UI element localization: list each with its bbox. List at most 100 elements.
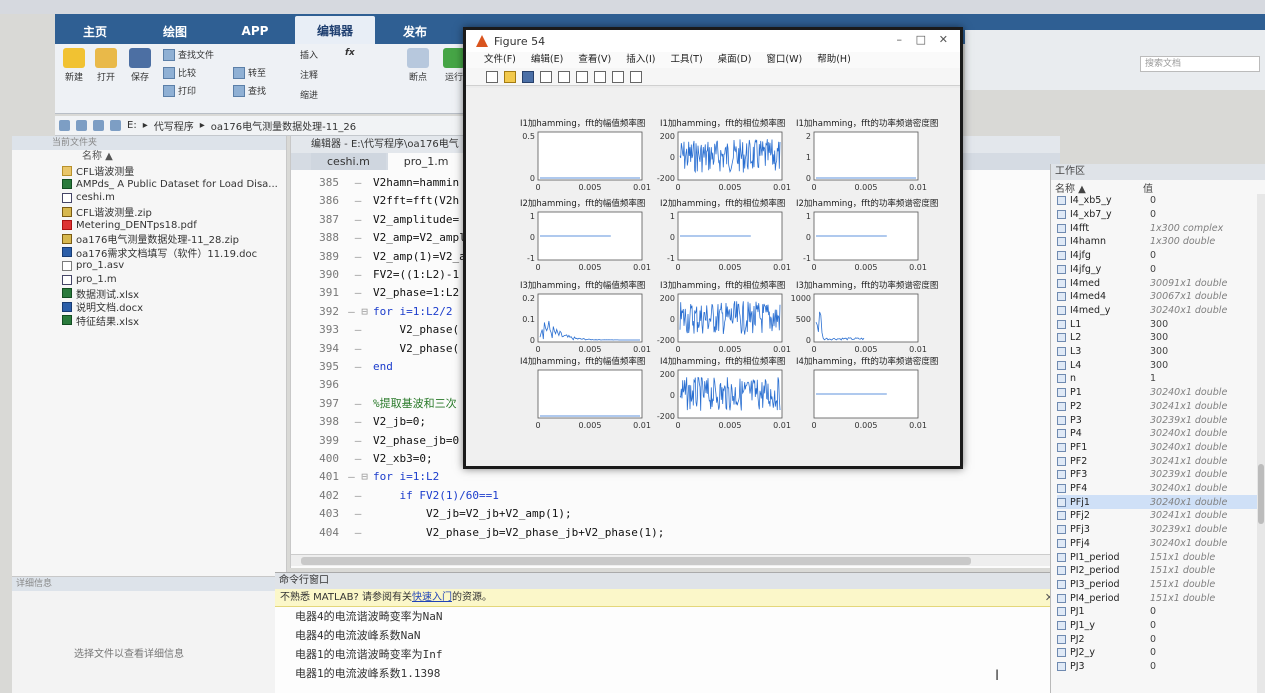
- path-drive[interactable]: E:: [127, 120, 137, 131]
- workspace-variable-row[interactable]: I4fft 1x300 complex: [1057, 221, 1262, 235]
- workspace-variable-row[interactable]: PJ3 0: [1057, 660, 1262, 674]
- close-icon[interactable]: ✕: [939, 33, 948, 46]
- workspace-variable-row[interactable]: n1: [1057, 372, 1262, 386]
- name-column-header[interactable]: 名称 ▲: [82, 150, 286, 164]
- breakpoint-gutter[interactable]: —: [343, 432, 373, 450]
- tab-editor[interactable]: 编辑器: [295, 16, 375, 44]
- workspace-variable-row[interactable]: L1 300: [1057, 317, 1262, 331]
- up-folder-icon[interactable]: [93, 120, 104, 131]
- tab-apps[interactable]: APP: [215, 18, 295, 44]
- run-button[interactable]: 运行: [443, 48, 465, 83]
- breakpoint-gutter[interactable]: —: [343, 524, 373, 542]
- tab-home[interactable]: 主页: [55, 18, 135, 44]
- workspace-variable-row[interactable]: I4med4 30067x1 double: [1057, 290, 1262, 304]
- workspace-variable-row[interactable]: I4hamn 1x300 double: [1057, 235, 1262, 249]
- address-bar[interactable]: E: ▸ 代写程序 ▸ oa176电气测量数据处理-11_26: [55, 116, 465, 136]
- line-number[interactable]: 392: [291, 303, 343, 321]
- file-item[interactable]: 特征结果.xlsx: [62, 314, 286, 327]
- breakpoint-gutter[interactable]: —: [343, 248, 373, 266]
- workspace-variable-row[interactable]: P2 30241x1 double: [1057, 400, 1262, 414]
- figure-window[interactable]: Figure 54 – □ ✕ 文件(F) 编辑(E) 查看(V) 插入(I) 工具(T…: [463, 27, 963, 469]
- workspace-variable-row[interactable]: I4jfg_y 0: [1057, 263, 1262, 277]
- file-item[interactable]: CFL谐波测量.zip: [62, 205, 286, 218]
- new-button[interactable]: 新建: [63, 48, 85, 83]
- figure-canvas[interactable]: I1加hamming，fft的幅值频率图 0.5 0 0 0.005 0.01 I1加ham…: [466, 88, 960, 466]
- file-item[interactable]: 数据测试.xlsx: [62, 286, 286, 300]
- breakpoint-gutter[interactable]: — ⊟: [343, 468, 373, 486]
- breakpoint-gutter[interactable]: — ⊟: [343, 303, 373, 321]
- line-number[interactable]: 388: [291, 229, 343, 247]
- line-number[interactable]: 401: [291, 468, 343, 486]
- line-number[interactable]: 404: [291, 524, 343, 542]
- figure-titlebar[interactable]: Figure 54 – □ ✕: [466, 30, 960, 52]
- line-number[interactable]: 396: [291, 376, 343, 394]
- line-number[interactable]: 394: [291, 340, 343, 358]
- workspace-variable-row[interactable]: PI4_period 151x1 double: [1057, 591, 1262, 605]
- line-number[interactable]: 403: [291, 505, 343, 523]
- print-icon[interactable]: [540, 70, 552, 83]
- breakpoint-gutter[interactable]: —: [343, 174, 373, 192]
- code-line[interactable]: 401— ⊟ for i=1:L2: [291, 468, 1061, 486]
- line-number[interactable]: 402: [291, 487, 343, 505]
- file-item[interactable]: Metering_DENTps18.pdf: [62, 218, 286, 232]
- workspace-variable-row[interactable]: PF3 30239x1 double: [1057, 468, 1262, 482]
- goto-button[interactable]: 转至: [233, 66, 266, 79]
- file-item[interactable]: ceshi.m: [62, 191, 286, 205]
- breakpoint-gutter[interactable]: —: [343, 413, 373, 431]
- file-item[interactable]: CFL谐波测量: [62, 164, 286, 178]
- find-button[interactable]: 查找: [233, 84, 266, 97]
- workspace-variable-row[interactable]: L4 300: [1057, 358, 1262, 372]
- workspace-variable-row[interactable]: I4med 30091x1 double: [1057, 276, 1262, 290]
- breakpoint-gutter[interactable]: —: [343, 192, 373, 210]
- workspace-variable-row[interactable]: PF4 30240x1 double: [1057, 482, 1262, 496]
- workspace-variable-row[interactable]: PF2 30241x1 double: [1057, 454, 1262, 468]
- file-item[interactable]: pro_1.m: [62, 273, 286, 287]
- open-icon[interactable]: [504, 70, 516, 83]
- property-editor-icon[interactable]: [630, 70, 642, 83]
- tab-pro-1[interactable]: pro_1.m: [387, 153, 465, 170]
- code-line[interactable]: 402— if FV2(1)/60==1: [291, 487, 1061, 505]
- workspace-scrollbar[interactable]: [1257, 194, 1265, 693]
- workspace-variable-row[interactable]: L3 300: [1057, 345, 1262, 359]
- figure-menu-item[interactable]: 工具(T): [670, 52, 702, 68]
- workspace-value-header[interactable]: 值: [1143, 180, 1153, 195]
- getting-started-link[interactable]: 快速入门: [412, 592, 452, 603]
- breakpoint-gutter[interactable]: —: [343, 284, 373, 302]
- workspace-variable-row[interactable]: PFj2 30241x1 double: [1057, 509, 1262, 523]
- open-button[interactable]: 打开: [95, 48, 117, 83]
- scrollbar-thumb[interactable]: [301, 557, 971, 565]
- breakpoint-button[interactable]: 断点: [407, 48, 429, 83]
- workspace-variable-row[interactable]: PI1_period 151x1 double: [1057, 550, 1262, 564]
- workspace-variable-row[interactable]: PJ2_y 0: [1057, 646, 1262, 660]
- workspace-variable-row[interactable]: I4jfg 0: [1057, 249, 1262, 263]
- line-number[interactable]: 398: [291, 413, 343, 431]
- figure-menu-item[interactable]: 编辑(E): [531, 52, 563, 68]
- workspace-variable-row[interactable]: P3 30239x1 double: [1057, 413, 1262, 427]
- workspace-variable-row[interactable]: PJ1_y 0: [1057, 619, 1262, 633]
- scrollbar-thumb[interactable]: [1258, 464, 1264, 524]
- tab-ceshi[interactable]: ceshi.m: [311, 153, 386, 170]
- search-documentation-input[interactable]: 搜索文档: [1140, 56, 1260, 72]
- workspace-variable-row[interactable]: PFj1 30240x1 double: [1057, 495, 1262, 510]
- breakpoint-gutter[interactable]: —: [343, 229, 373, 247]
- command-window[interactable]: 命令行窗口 不熟悉 MATLAB? 请参阅有关快速入门的资源。 ✕ 电器4的电流…: [275, 572, 1060, 693]
- line-number[interactable]: 393: [291, 321, 343, 339]
- breakpoint-gutter[interactable]: —: [343, 358, 373, 376]
- figure-menu-item[interactable]: 帮助(H): [817, 52, 851, 68]
- tab-plots[interactable]: 绘图: [135, 18, 215, 44]
- line-number[interactable]: 385: [291, 174, 343, 192]
- line-number[interactable]: 395: [291, 358, 343, 376]
- breakpoint-gutter[interactable]: —: [343, 321, 373, 339]
- line-number[interactable]: 390: [291, 266, 343, 284]
- path-folder-2[interactable]: oa176电气测量数据处理-11_26: [211, 118, 356, 133]
- pointer-icon[interactable]: [612, 70, 624, 83]
- file-item[interactable]: AMPds_ A Public Dataset for Load Disa...: [62, 178, 286, 192]
- back-icon[interactable]: [59, 120, 70, 131]
- file-item[interactable]: pro_1.asv: [62, 259, 286, 273]
- insert-button[interactable]: 插入: [300, 48, 318, 61]
- workspace-variable-row[interactable]: PI2_period 151x1 double: [1057, 564, 1262, 578]
- file-item[interactable]: 说明文档.docx: [62, 300, 286, 314]
- breakpoint-gutter[interactable]: —: [343, 340, 373, 358]
- breakpoint-gutter[interactable]: —: [343, 266, 373, 284]
- figure-menu-item[interactable]: 查看(V): [578, 52, 611, 68]
